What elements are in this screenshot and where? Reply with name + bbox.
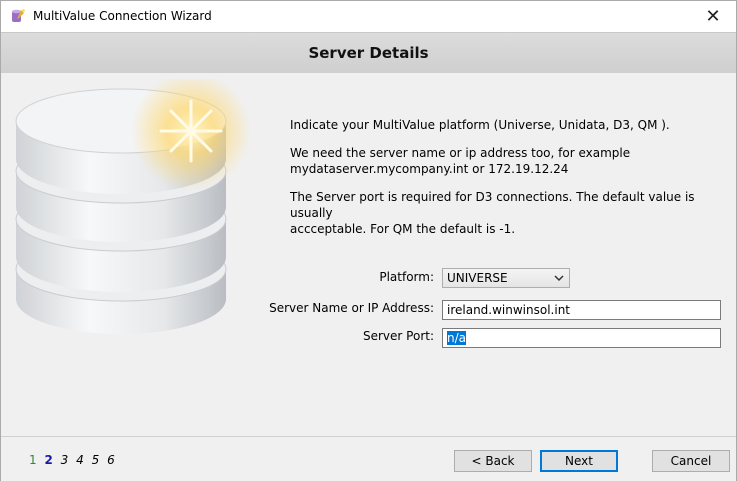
step-1: 1 [29, 453, 37, 467]
database-illustration [15, 79, 251, 334]
platform-value: UNIVERSE [447, 271, 508, 285]
step-indicator: 1 2 3 4 5 6 [29, 453, 119, 467]
footer-bar: 1 2 3 4 5 6 < Back Next Cancel [1, 436, 736, 481]
title-bar: MultiValue Connection Wizard ✕ [1, 1, 736, 32]
content-area: Indicate your MultiValue platform (Unive… [1, 73, 736, 436]
next-button[interactable]: Next [540, 450, 618, 472]
window-title: MultiValue Connection Wizard [33, 9, 212, 23]
step-5: 5 [91, 453, 100, 467]
instruction-server: We need the server name or ip address to… [290, 146, 631, 176]
platform-select[interactable]: UNIVERSE [442, 268, 570, 288]
server-name-label: Server Name or IP Address: [269, 301, 434, 315]
step-4: 4 [76, 453, 84, 467]
server-port-value: n/a [447, 331, 467, 345]
instruction-port: The Server port is required for D3 conne… [290, 190, 695, 236]
server-port-input[interactable]: n/a [442, 328, 721, 348]
chevron-down-icon [554, 275, 564, 282]
database-wizard-icon [12, 9, 25, 22]
wizard-window: MultiValue Connection Wizard ✕ Server De… [0, 0, 737, 481]
cancel-button[interactable]: Cancel [652, 450, 730, 472]
step-2-current: 2 [44, 453, 53, 467]
step-3: 3 [60, 453, 69, 467]
instruction-platform: Indicate your MultiValue platform (Unive… [290, 118, 670, 132]
platform-label: Platform: [379, 270, 434, 284]
instructions-text: Indicate your MultiValue platform (Unive… [290, 117, 710, 249]
back-button[interactable]: < Back [454, 450, 532, 472]
server-name-input[interactable]: ireland.winwinsol.int [442, 300, 721, 320]
server-port-label: Server Port: [363, 329, 434, 343]
page-header: Server Details [1, 32, 736, 74]
step-6: 6 [107, 453, 115, 467]
close-button[interactable]: ✕ [690, 1, 736, 32]
server-name-value: ireland.winwinsol.int [447, 303, 571, 317]
close-icon: ✕ [705, 6, 721, 27]
page-title: Server Details [308, 44, 429, 62]
